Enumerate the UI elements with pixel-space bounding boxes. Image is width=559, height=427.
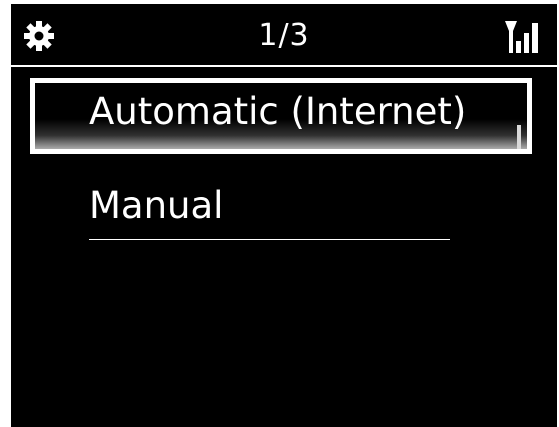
menu-item-label: Manual — [89, 184, 224, 227]
selection-shine-edge — [517, 125, 521, 149]
device-screen: 1/3 Automatic (Internet) Manual — [11, 4, 557, 427]
item-divider — [89, 239, 450, 240]
header-divider — [11, 65, 557, 67]
menu-item-manual[interactable]: Manual — [11, 170, 557, 260]
menu-item-automatic-internet[interactable]: Automatic (Internet) — [11, 76, 557, 166]
page-indicator: 1/3 — [258, 18, 310, 53]
status-bar: 1/3 — [11, 4, 557, 66]
signal-strength-icon — [505, 19, 541, 55]
menu-item-label: Automatic (Internet) — [89, 90, 467, 133]
